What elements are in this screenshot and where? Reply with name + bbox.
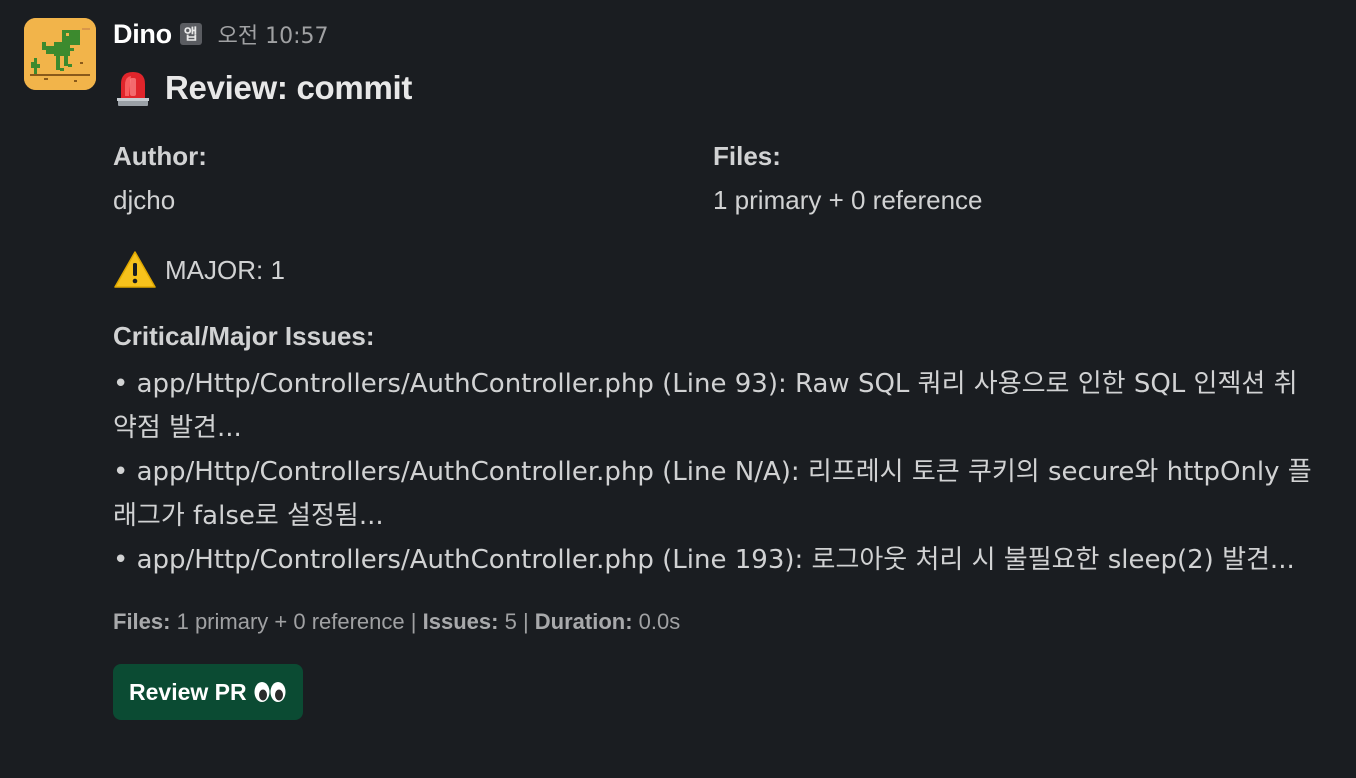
sender-name[interactable]: Dino	[113, 19, 172, 50]
summary-separator: |	[410, 609, 417, 634]
title-row: Review: commit	[113, 66, 1328, 110]
message: Dino 앱 오전 10:57 Review: commit Author: d…	[0, 0, 1356, 778]
field-label-author: Author:	[113, 141, 207, 171]
summary-duration-label: Duration:	[534, 609, 633, 634]
summary-files-label: Files:	[113, 609, 171, 634]
message-header: Dino 앱 오전 10:57	[113, 14, 1328, 54]
dino-avatar-icon[interactable]	[24, 18, 96, 90]
list-item: • app/Http/Controllers/AuthController.ph…	[113, 457, 1312, 531]
summary-issues-label: Issues:	[422, 609, 499, 634]
field-author: Author: djcho	[113, 138, 713, 218]
review-pr-button[interactable]: Review PR	[113, 664, 303, 720]
field-files: Files: 1 primary + 0 reference	[713, 138, 1313, 218]
app-badge: 앱	[179, 23, 202, 45]
summary-separator: |	[522, 609, 529, 634]
list-item: • app/Http/Controllers/AuthController.ph…	[113, 369, 1298, 443]
severity-row: MAJOR: 1	[113, 248, 1328, 292]
issues-list: • app/Http/Controllers/AuthController.ph…	[113, 362, 1328, 582]
message-title: Review: commit	[165, 69, 413, 106]
eyes-icon	[253, 681, 287, 703]
summary-line: Files: 1 primary + 0 reference | Issues:…	[113, 606, 1328, 638]
issues-title: Critical/Major Issues:	[113, 321, 375, 351]
warning-icon	[113, 250, 157, 290]
timestamp[interactable]: 오전 10:57	[218, 18, 329, 50]
field-value-files: 1 primary + 0 reference	[713, 185, 983, 215]
field-label-files: Files:	[713, 141, 781, 171]
fields: Author: djcho Files: 1 primary + 0 refer…	[113, 138, 1328, 218]
severity-count: MAJOR: 1	[165, 254, 285, 285]
rotating-light-icon	[113, 68, 153, 108]
summary-duration-value: 0.0s	[638, 609, 681, 634]
message-content: Dino 앱 오전 10:57 Review: commit Author: d…	[113, 14, 1328, 720]
field-value-author: djcho	[113, 185, 176, 215]
summary-issues-value: 5	[504, 609, 517, 634]
review-pr-label: Review PR	[129, 678, 247, 705]
summary-files-value: 1 primary + 0 reference	[176, 609, 405, 634]
list-item: • app/Http/Controllers/AuthController.ph…	[113, 545, 1295, 575]
